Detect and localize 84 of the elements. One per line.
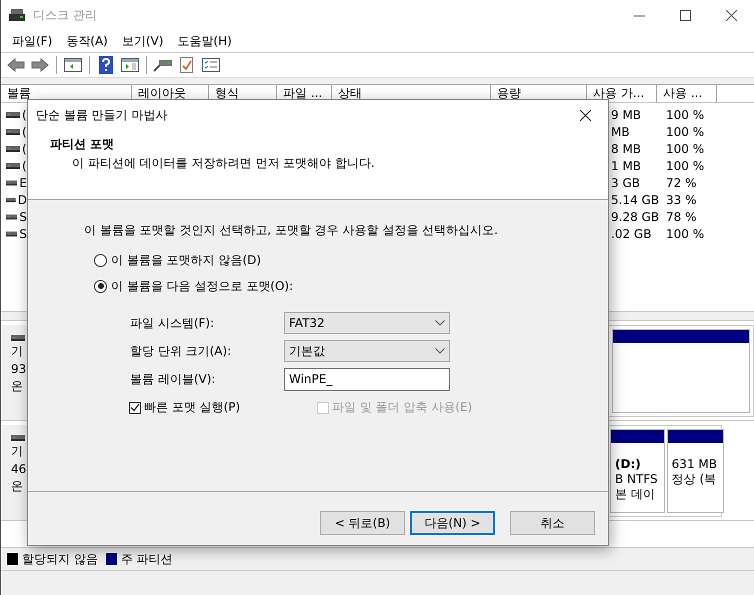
- radio-option[interactable]: 이 볼륨을 다음 설정으로 포맷(O):: [94, 273, 608, 299]
- page-subheading: 이 파티션에 데이터를 저장하려면 먼저 포맷해야 합니다.: [71, 155, 376, 172]
- checkbox[interactable]: [129, 402, 141, 414]
- partition-color-bar: [611, 430, 664, 443]
- table-cell: S: [19, 226, 27, 240]
- table-cell: MB: [611, 124, 630, 138]
- dialog-button[interactable]: 취소: [510, 511, 595, 535]
- drive-icon: [6, 180, 18, 186]
- disk-info-text: 93: [11, 362, 27, 376]
- partition-text: 본 데이: [615, 487, 656, 502]
- disk-info-text: 기: [11, 343, 24, 360]
- drive-icon: [6, 214, 18, 220]
- maximize-icon: [680, 10, 690, 20]
- table-cell: 3 GB: [611, 176, 640, 190]
- chevron-down-icon: [435, 320, 445, 326]
- disk-info-text: 온: [11, 378, 24, 395]
- partition-color-bar: [668, 430, 723, 443]
- dialog-title: 단순 볼륨 만들기 마법사: [36, 106, 168, 124]
- table-cell: 5.14 GB: [611, 192, 660, 206]
- table-cell: 9 MB: [611, 108, 642, 122]
- menu-item[interactable]: 파일(F): [5, 32, 60, 50]
- partition-block[interactable]: [612, 329, 750, 413]
- table-cell: 100 %: [666, 158, 704, 172]
- partition-block[interactable]: 631 MB 정상 (복: [666, 429, 724, 513]
- partition-block[interactable]: (D:) B NTFS 본 데이: [610, 429, 665, 513]
- table-cell: 8 MB: [611, 142, 642, 156]
- drive-icon: [11, 335, 25, 341]
- partition-text: (D:): [615, 457, 642, 472]
- radio-option[interactable]: 이 볼륨을 포맷하지 않음(D): [94, 247, 608, 273]
- table-cell: 33 %: [666, 192, 696, 206]
- chevron-down-icon: [435, 348, 445, 354]
- input-field[interactable]: WinPE_: [284, 368, 450, 390]
- table-cell: (: [22, 158, 27, 172]
- disk-info-text: 온: [11, 478, 24, 495]
- drive-icon: [6, 196, 16, 202]
- partition-text: 정상 (복: [672, 472, 717, 487]
- window-title: 디스크 관리: [33, 6, 98, 24]
- legend-label: 할당되지 않음: [22, 550, 98, 568]
- column-header[interactable]: 사용 ...: [657, 85, 717, 102]
- table-cell: 1 MB: [611, 158, 642, 172]
- table-cell: D: [18, 192, 27, 206]
- table-cell: .02 GB: [611, 226, 652, 240]
- field-label: 볼륨 레이블(V):: [130, 370, 216, 388]
- dropdown[interactable]: 기본값: [284, 340, 450, 362]
- dialog-button[interactable]: < 뒤로(B): [320, 511, 405, 535]
- drive-icon: [6, 162, 20, 168]
- field-label: 할당 단위 크기(A):: [130, 342, 232, 360]
- menu-item[interactable]: 동작(A): [59, 32, 115, 50]
- table-cell: 72 %: [666, 176, 696, 190]
- table-cell: (: [22, 142, 27, 156]
- table-cell: 78 %: [666, 210, 696, 224]
- table-cell: 100 %: [666, 124, 704, 138]
- table-cell: S: [19, 210, 27, 224]
- table-cell: E: [19, 176, 27, 190]
- radio-button[interactable]: [94, 254, 107, 266]
- disk-info-text: 기: [11, 443, 24, 460]
- help-icon: [99, 56, 113, 74]
- drive-icon: [6, 146, 20, 152]
- field-label: 파일 시스템(F):: [130, 314, 216, 332]
- disk-info-text: 46: [11, 462, 27, 476]
- dialog-button[interactable]: 다음(N) >: [410, 511, 495, 535]
- close-icon: [580, 110, 590, 120]
- drive-icon: [6, 128, 20, 134]
- partition-text: B NTFS: [615, 472, 658, 487]
- radio-button[interactable]: [94, 280, 107, 292]
- table-cell: (: [22, 108, 27, 122]
- table-cell: 100 %: [666, 108, 704, 122]
- table-cell: 100 %: [666, 142, 704, 156]
- checkbox-option[interactable]: 빠른 포맷 실행(P): [129, 399, 317, 416]
- table-cell: 9.28 GB: [611, 210, 660, 224]
- drive-icon: [9, 9, 25, 21]
- table-cell: (: [22, 124, 27, 138]
- table-cell: 100 %: [666, 226, 704, 240]
- menu-item[interactable]: 도움말(H): [170, 32, 239, 50]
- dropdown[interactable]: FAT32: [284, 312, 450, 334]
- drive-icon: [6, 112, 20, 118]
- instruction-text: 이 볼륨을 포맷할 것인지 선택하고, 포맷할 경우 사용할 설정을 선택하십시오.: [84, 222, 499, 239]
- drive-icon: [6, 230, 18, 236]
- close-icon: [726, 10, 736, 20]
- page-heading: 파티션 포맷: [50, 136, 116, 153]
- partition-text: 631 MB: [672, 457, 717, 472]
- legend-label: 주 파티션: [120, 550, 173, 568]
- drive-icon: [11, 435, 25, 441]
- menu-item[interactable]: 보기(V): [114, 32, 170, 50]
